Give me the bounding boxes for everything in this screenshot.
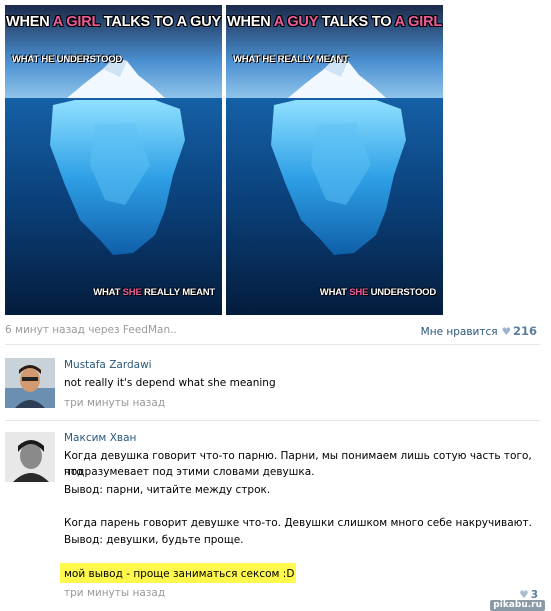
comment-text-line: Когда парень говорит девушке что-то. Дев…: [64, 517, 532, 529]
meme-title: WHEN A GUY TALKS TO A GIRL: [226, 14, 443, 30]
meme-top-caption: WHAT HE UNDERSTOOD: [12, 54, 123, 65]
avatar[interactable]: [5, 432, 55, 482]
comment-author[interactable]: Mustafa Zardawi: [64, 359, 152, 371]
like-button[interactable]: Мне нравится ♥ 216: [421, 324, 537, 338]
like-count: 216: [512, 324, 537, 338]
iceberg-illustration: [5, 5, 222, 315]
heart-icon: ♥: [501, 326, 511, 338]
avatar-photo: [5, 432, 55, 482]
comment-text-line: подразумевает под этими словами девушка.: [64, 466, 315, 478]
meme-caption-text: WHAT: [93, 287, 123, 298]
like-label: Мне нравится: [420, 326, 498, 338]
meme-image-right[interactable]: WHEN A GUY TALKS TO A GIRL WHAT HE REALL…: [226, 5, 443, 315]
comment-timestamp[interactable]: три минуты назад: [64, 587, 165, 599]
meme-title-text: WHEN: [226, 14, 274, 30]
comment-text-line: Вывод: девушки, будьте проще.: [64, 534, 244, 546]
comment-author[interactable]: Максим Хван: [64, 432, 136, 444]
meme-title-highlight: A GUY: [273, 14, 318, 30]
comment-text-line: Вывод: парни, читайте между строк.: [64, 484, 271, 496]
meme-caption-text: WHAT: [319, 287, 350, 298]
meme-title-text: TALKS TO A GUY: [99, 14, 221, 30]
meme-caption-text: REALLY MEANT: [141, 287, 215, 298]
meme-image-left[interactable]: WHEN A GIRL TALKS TO A GUY WHAT HE UNDER…: [5, 5, 222, 315]
meme-caption-highlight: SHE: [349, 287, 369, 298]
meme-bottom-caption: WHAT SHE UNDERSTOOD: [320, 287, 436, 298]
post-timestamp-link[interactable]: 6 минут назад через FeedMan..: [5, 324, 177, 336]
meme-title: WHEN A GIRL TALKS TO A GUY: [5, 14, 222, 30]
comment-text: not really it's depend what she meaning: [64, 377, 276, 389]
meme-title-text: TALKS TO: [317, 14, 395, 30]
comment-text-line: мой вывод - проще заниматься сексом :D: [64, 568, 295, 580]
avatar[interactable]: [5, 358, 55, 408]
iceberg-illustration: [226, 5, 443, 315]
divider: [5, 420, 540, 421]
meme-title-highlight: A GIRL: [394, 14, 443, 30]
comment-timestamp[interactable]: три минуты назад: [64, 397, 165, 409]
watermark-logo: pikabu.ru: [490, 600, 545, 611]
meme-top-caption: WHAT HE REALLY MEANT: [233, 54, 349, 65]
divider: [5, 344, 540, 345]
meme-caption-text: UNDERSTOOD: [368, 287, 437, 298]
meme-caption-highlight: SHE: [122, 287, 142, 298]
post-images: WHEN A GIRL TALKS TO A GUY WHAT HE UNDER…: [5, 5, 443, 315]
meme-title-highlight: A GIRL: [52, 14, 100, 30]
meme-bottom-caption: WHAT SHE REALLY MEANT: [93, 287, 215, 298]
avatar-photo: [5, 358, 55, 408]
meme-title-text: WHEN: [6, 14, 53, 30]
